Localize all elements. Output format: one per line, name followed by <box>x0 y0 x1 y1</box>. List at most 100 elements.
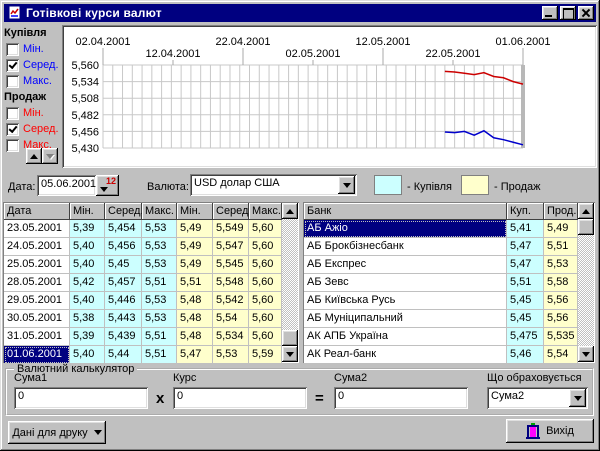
rates-cell[interactable]: 5,49 <box>177 238 213 256</box>
rates-cell[interactable]: 29.05.2001 <box>4 292 70 310</box>
rates-cell[interactable]: 5,456 <box>105 238 142 256</box>
banks-column-header[interactable]: Прод. <box>544 203 578 220</box>
rates-cell[interactable]: 5,39 <box>70 220 105 238</box>
rates-cell[interactable]: 01.06.2001 <box>4 346 70 364</box>
table-row[interactable]: 29.05.20015,405,4465,535,485,5425,60 <box>4 292 298 310</box>
rates-cell[interactable]: 5,51 <box>142 274 177 292</box>
rates-cell[interactable]: 30.05.2001 <box>4 310 70 328</box>
banks-cell[interactable]: 5,475 <box>507 328 544 346</box>
rates-cell[interactable]: 5,45 <box>105 256 142 274</box>
checkbox-buy-min[interactable]: Мін. <box>6 42 44 56</box>
rates-cell[interactable]: 5,51 <box>177 274 213 292</box>
banks-cell[interactable]: 5,535 <box>544 328 578 346</box>
print-data-button[interactable]: Дані для друку <box>8 421 106 444</box>
checkbox-indicator[interactable] <box>6 59 19 72</box>
banks-column-header[interactable]: Куп. <box>507 203 544 220</box>
rates-cell[interactable]: 5,542 <box>213 292 249 310</box>
rates-cell[interactable]: 5,53 <box>142 292 177 310</box>
scrollbar-thumb[interactable] <box>282 330 298 346</box>
banks-column-header[interactable]: Банк <box>304 203 507 220</box>
rates-cell[interactable]: 25.05.2001 <box>4 256 70 274</box>
scrollbar-down-button[interactable] <box>282 346 298 362</box>
table-row[interactable]: АБ Муніципальний5,455,56 <box>304 310 594 328</box>
rates-cell[interactable]: 5,60 <box>249 220 282 238</box>
scrollbar-up-button[interactable] <box>282 203 298 219</box>
banks-cell[interactable]: 5,54 <box>544 346 578 364</box>
banks-cell[interactable]: АБ Експрес <box>304 256 507 274</box>
rates-cell[interactable]: 5,548 <box>213 274 249 292</box>
rates-cell[interactable]: 5,51 <box>142 328 177 346</box>
banks-cell[interactable]: 5,45 <box>507 310 544 328</box>
rates-cell[interactable]: 5,53 <box>213 346 249 364</box>
rates-cell[interactable]: 5,39 <box>70 328 105 346</box>
rate-input[interactable]: 0 <box>173 387 307 409</box>
rates-cell[interactable]: 5,40 <box>70 292 105 310</box>
rates-cell[interactable]: 5,49 <box>177 256 213 274</box>
rates-cell[interactable]: 5,60 <box>249 292 282 310</box>
scroll-up-button[interactable] <box>26 148 42 164</box>
calendar-button[interactable]: 12 <box>96 175 119 196</box>
rates-cell[interactable]: 5,547 <box>213 238 249 256</box>
rates-cell[interactable]: 5,53 <box>142 310 177 328</box>
rates-scrollbar[interactable] <box>282 203 298 362</box>
rates-cell[interactable]: 5,51 <box>142 346 177 364</box>
table-row[interactable]: 28.05.20015,425,4575,515,515,5485,60 <box>4 274 298 292</box>
table-row[interactable]: 30.05.20015,385,4435,535,485,545,60 <box>4 310 298 328</box>
rates-cell[interactable]: 23.05.2001 <box>4 220 70 238</box>
rates-cell[interactable]: 5,40 <box>70 238 105 256</box>
table-row[interactable]: 01.06.20015,405,445,515,475,535,59 <box>4 346 298 364</box>
banks-cell[interactable]: 5,41 <box>507 220 544 238</box>
table-row[interactable]: 23.05.20015,395,4545,535,495,5495,60 <box>4 220 298 238</box>
table-row[interactable]: АБ Ажіо5,415,49 <box>304 220 594 238</box>
combo-arrow-button[interactable] <box>569 389 586 407</box>
banks-cell[interactable]: АБ Зевс <box>304 274 507 292</box>
table-row[interactable]: 31.05.20015,395,4395,515,485,5345,60 <box>4 328 298 346</box>
combo-arrow-button[interactable] <box>338 176 355 194</box>
scrollbar-up-button[interactable] <box>578 203 594 219</box>
rates-cell[interactable]: 5,60 <box>249 256 282 274</box>
rates-column-header[interactable]: Макс. <box>249 203 282 220</box>
rates-cell[interactable]: 5,48 <box>177 328 213 346</box>
table-row[interactable]: 24.05.20015,405,4565,535,495,5475,60 <box>4 238 298 256</box>
rates-cell[interactable]: 28.05.2001 <box>4 274 70 292</box>
rates-cell[interactable]: 5,44 <box>105 346 142 364</box>
rates-cell[interactable]: 5,534 <box>213 328 249 346</box>
table-row[interactable]: АБ Брокбізнесбанк5,475,51 <box>304 238 594 256</box>
rates-cell[interactable]: 5,545 <box>213 256 249 274</box>
rates-column-header[interactable]: Серед. <box>213 203 249 220</box>
rates-cell[interactable]: 5,54 <box>213 310 249 328</box>
rates-cell[interactable]: 5,48 <box>177 310 213 328</box>
rates-cell[interactable]: 5,53 <box>142 256 177 274</box>
checkbox-indicator[interactable] <box>6 107 19 120</box>
checkbox-buy-avg[interactable]: Серед. <box>6 58 59 72</box>
rates-column-header[interactable]: Серед. <box>105 203 142 220</box>
rates-cell[interactable]: 5,40 <box>70 346 105 364</box>
scroll-down-button[interactable] <box>42 148 58 164</box>
rates-column-header[interactable]: Мін. <box>70 203 105 220</box>
table-row[interactable]: АБ Експрес5,475,53 <box>304 256 594 274</box>
rates-column-header[interactable]: Дата <box>4 203 70 220</box>
rates-cell[interactable]: 5,38 <box>70 310 105 328</box>
rates-cell[interactable]: 5,60 <box>249 310 282 328</box>
checkbox-indicator[interactable] <box>6 75 19 88</box>
checkbox-sell-avg[interactable]: Серед. <box>6 122 59 136</box>
banks-cell[interactable]: АБ Київська Русь <box>304 292 507 310</box>
checkbox-indicator[interactable] <box>6 123 19 136</box>
banks-cell[interactable]: 5,45 <box>507 292 544 310</box>
rates-cell[interactable]: 5,60 <box>249 328 282 346</box>
banks-cell[interactable]: АБ Ажіо <box>304 220 507 238</box>
banks-cell[interactable]: АК АПБ Україна <box>304 328 507 346</box>
banks-cell[interactable]: АБ Муніципальний <box>304 310 507 328</box>
maximize-button[interactable] <box>560 6 576 20</box>
close-button[interactable] <box>578 6 594 20</box>
rates-cell[interactable]: 5,59 <box>249 346 282 364</box>
checkbox-sell-min[interactable]: Мін. <box>6 106 44 120</box>
rates-cell[interactable]: 5,446 <box>105 292 142 310</box>
rates-cell[interactable]: 5,60 <box>249 274 282 292</box>
scrollbar-down-button[interactable] <box>578 346 594 362</box>
table-row[interactable]: АК Реал-банк5,465,54 <box>304 346 594 364</box>
rates-cell[interactable]: 24.05.2001 <box>4 238 70 256</box>
banks-cell[interactable]: 5,47 <box>507 238 544 256</box>
date-input[interactable]: 05.06.2001 <box>37 175 96 196</box>
rates-cell[interactable]: 5,549 <box>213 220 249 238</box>
